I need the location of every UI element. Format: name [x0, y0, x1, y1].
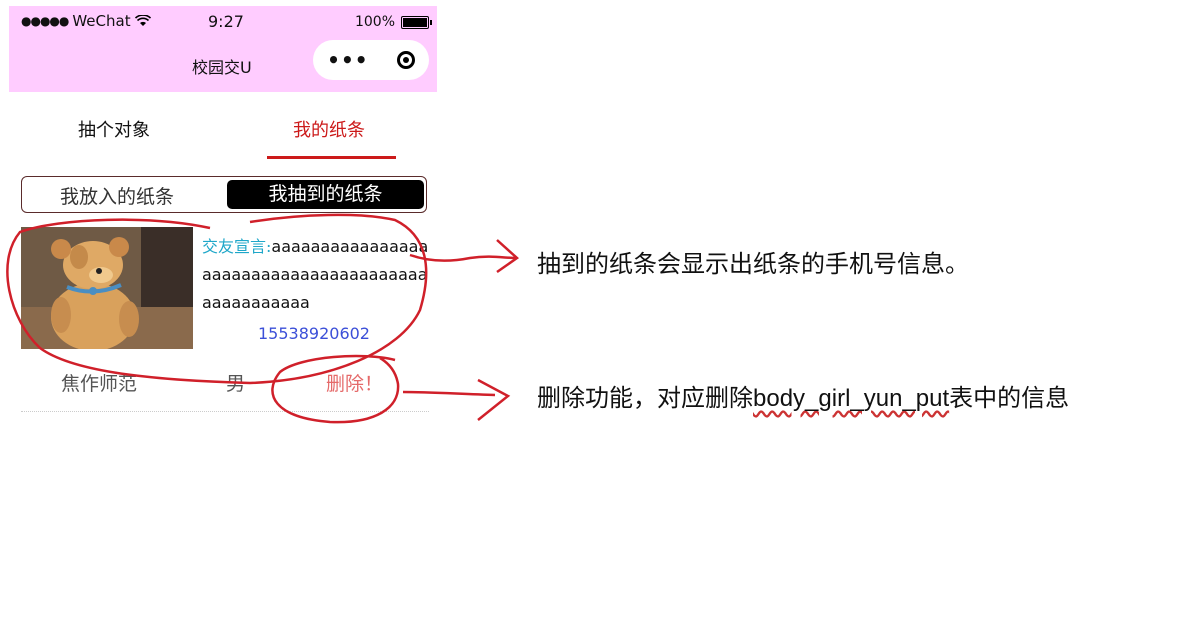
signal-icon: ●●●●● [21, 14, 69, 28]
annotation-phone-info: 抽到的纸条会显示出纸条的手机号信息。 [537, 251, 969, 278]
annotation-delete-prefix: 删除功能，对应删除 [537, 385, 753, 412]
avatar-photo [21, 227, 193, 349]
carrier-label: WeChat [72, 12, 131, 30]
annotation-delete-suffix: 表中的信息 [949, 385, 1070, 412]
note-meta-row: 焦作师范 男 删除！ [21, 361, 429, 412]
mini-program-capsule: ••• [313, 40, 429, 80]
top-tabs: 抽个对象 我的纸条 [9, 110, 437, 159]
tab-draw-partner[interactable]: 抽个对象 [78, 116, 150, 142]
more-dots-icon[interactable]: ••• [327, 50, 368, 70]
segmented-control: 我放入的纸条 我抽到的纸条 [21, 176, 427, 213]
delete-button[interactable]: 删除！ [326, 369, 383, 396]
note-card: 交友宣言:aaaaaaaaaaaaaaaaaaaaaaaaaaaaaaaaaaa… [21, 227, 429, 349]
battery-percent: 100% [354, 14, 395, 30]
status-bar: ●●●●● WeChat 9:27 100% 校园交U ••• [9, 6, 437, 92]
battery-icon [401, 15, 432, 29]
page-title: 校园交U [192, 58, 252, 77]
segment-put-in[interactable]: 我放入的纸条 [60, 182, 174, 209]
active-tab-indicator [267, 156, 396, 159]
clock: 9:27 [208, 12, 244, 31]
wifi-icon [134, 15, 151, 26]
segment-drawn[interactable]: 我抽到的纸条 [227, 180, 424, 209]
bear-image [21, 227, 193, 349]
tab-my-notes[interactable]: 我的纸条 [293, 116, 365, 142]
gender-label: 男 [226, 373, 246, 395]
annotation-table-name: body_girl_yun_put [753, 385, 950, 412]
target-circle-icon[interactable] [396, 51, 415, 69]
annotation-delete-info: 删除功能，对应删除body_girl_yun_put表中的信息 [537, 378, 1069, 413]
declaration-label: 交友宣言: [202, 237, 272, 256]
declaration-text: 交友宣言:aaaaaaaaaaaaaaaaaaaaaaaaaaaaaaaaaaa… [202, 233, 432, 317]
school-label: 焦作师范 [61, 373, 138, 395]
phone-screen: ●●●●● WeChat 9:27 100% 校园交U ••• 抽个对象 我的纸… [9, 6, 437, 426]
carrier-group: ●●●●● WeChat [21, 12, 151, 30]
battery-group: 100% [354, 14, 432, 30]
phone-number: 15538920602 [258, 324, 370, 343]
